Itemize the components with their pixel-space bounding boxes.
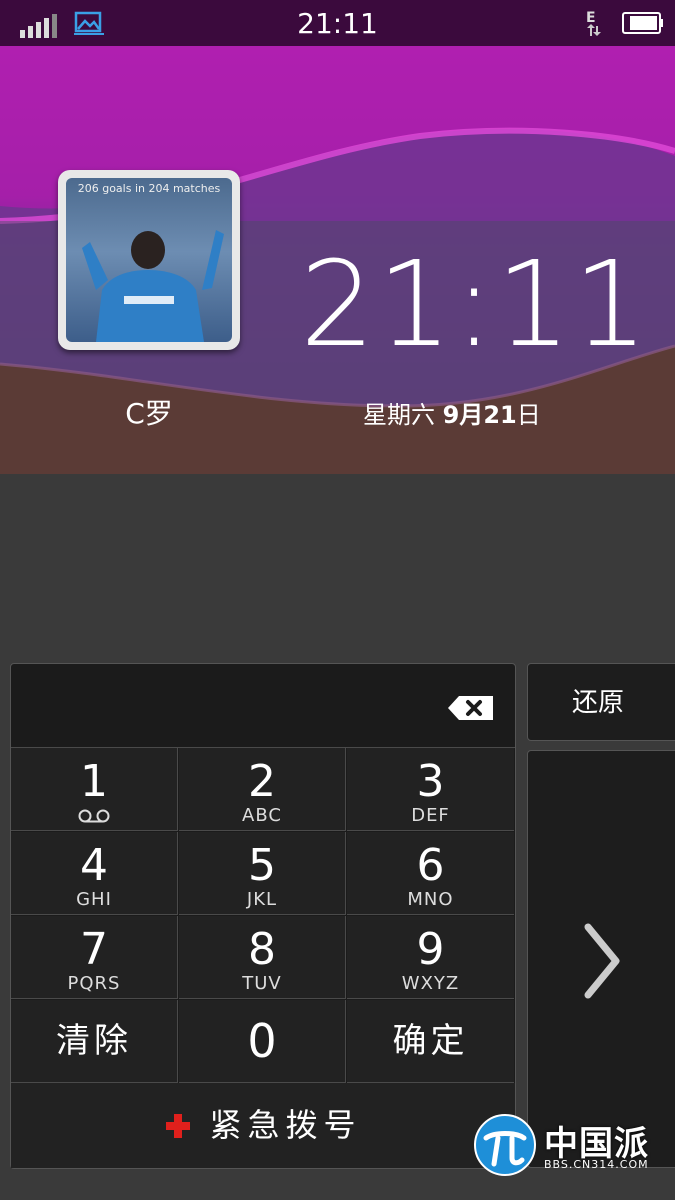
- battery-icon: [622, 12, 663, 34]
- key-6-letters: MNO: [407, 889, 454, 910]
- watermark: 中国派 BBS.CN314.COM: [472, 1110, 672, 1180]
- pin-keypad: 1 2 ABC 3 DEF 4 GHI 5 JKL 6 MNO 7 PQRS 8…: [10, 663, 516, 1169]
- watermark-subtitle: BBS.CN314.COM: [544, 1158, 649, 1171]
- contact-photo[interactable]: 206 goals in 204 matches: [58, 170, 240, 350]
- key-1[interactable]: 1: [11, 748, 178, 831]
- chevron-right-icon: [584, 923, 620, 999]
- key-9[interactable]: 9 WXYZ: [347, 916, 514, 999]
- key-4[interactable]: 4 GHI: [11, 832, 178, 915]
- key-8[interactable]: 8 TUV: [179, 916, 346, 999]
- emergency-call-button[interactable]: 紧急拨号: [11, 1083, 515, 1168]
- key-8-number: 8: [248, 924, 276, 975]
- voicemail-icon: [78, 809, 110, 823]
- key-4-number: 4: [80, 840, 108, 891]
- key-4-letters: GHI: [76, 889, 112, 910]
- confirm-button[interactable]: 确定: [347, 1000, 514, 1083]
- status-time: 21:11: [297, 7, 378, 40]
- lockscreen-date: 星期六 9月21日: [363, 395, 541, 430]
- key-9-number: 9: [416, 924, 445, 975]
- date-month-day: 9月21: [443, 401, 517, 429]
- key-3-number: 3: [416, 756, 445, 807]
- date-month: 9月: [442, 401, 484, 429]
- key-7[interactable]: 7 PQRS: [11, 916, 178, 999]
- clear-button[interactable]: 清除: [11, 1000, 178, 1083]
- key-5[interactable]: 5 JKL: [179, 832, 346, 915]
- restore-label: 还原: [572, 688, 625, 718]
- red-cross-icon: [166, 1113, 191, 1138]
- key-5-letters: JKL: [246, 889, 278, 910]
- key-7-number: 7: [80, 924, 108, 975]
- key-0-number: 0: [247, 1014, 277, 1068]
- key-3[interactable]: 3 DEF: [347, 748, 514, 831]
- key-6[interactable]: 6 MNO: [347, 832, 514, 915]
- date-day: 21: [483, 401, 517, 429]
- key-1-number: 1: [80, 756, 108, 807]
- confirm-label: 确定: [392, 1021, 469, 1061]
- date-weekday: 星期六: [363, 401, 435, 429]
- key-2-letters: ABC: [242, 805, 282, 826]
- network-type-label: E: [586, 10, 596, 26]
- key-2[interactable]: 2 ABC: [179, 748, 346, 831]
- key-6-number: 6: [416, 840, 445, 891]
- key-3-letters: DEF: [411, 805, 450, 826]
- key-0[interactable]: 0: [179, 1000, 346, 1083]
- status-bar: 21:11 E: [0, 0, 675, 46]
- pin-entry-field[interactable]: [11, 664, 515, 748]
- key-7-letters: PQRS: [67, 973, 121, 994]
- contact-photo-image: 206 goals in 204 matches: [66, 178, 232, 342]
- key-9-letters: WXYZ: [401, 973, 460, 994]
- contact-name: C罗: [125, 397, 173, 430]
- backspace-icon[interactable]: [447, 694, 495, 722]
- lockscreen-clock: 21:11: [300, 235, 651, 373]
- player-illustration: [82, 230, 224, 342]
- network-e-icon: E: [586, 10, 601, 36]
- watermark-logo-icon: [474, 1114, 536, 1176]
- key-2-number: 2: [248, 756, 276, 807]
- date-suffix: 日: [516, 401, 541, 429]
- key-5-number: 5: [248, 840, 276, 891]
- restore-button[interactable]: 还原: [527, 663, 675, 741]
- next-button[interactable]: [527, 750, 675, 1168]
- emergency-call-label: 紧急拨号: [209, 1106, 362, 1144]
- key-8-letters: TUV: [242, 973, 282, 994]
- clear-label: 清除: [56, 1021, 132, 1061]
